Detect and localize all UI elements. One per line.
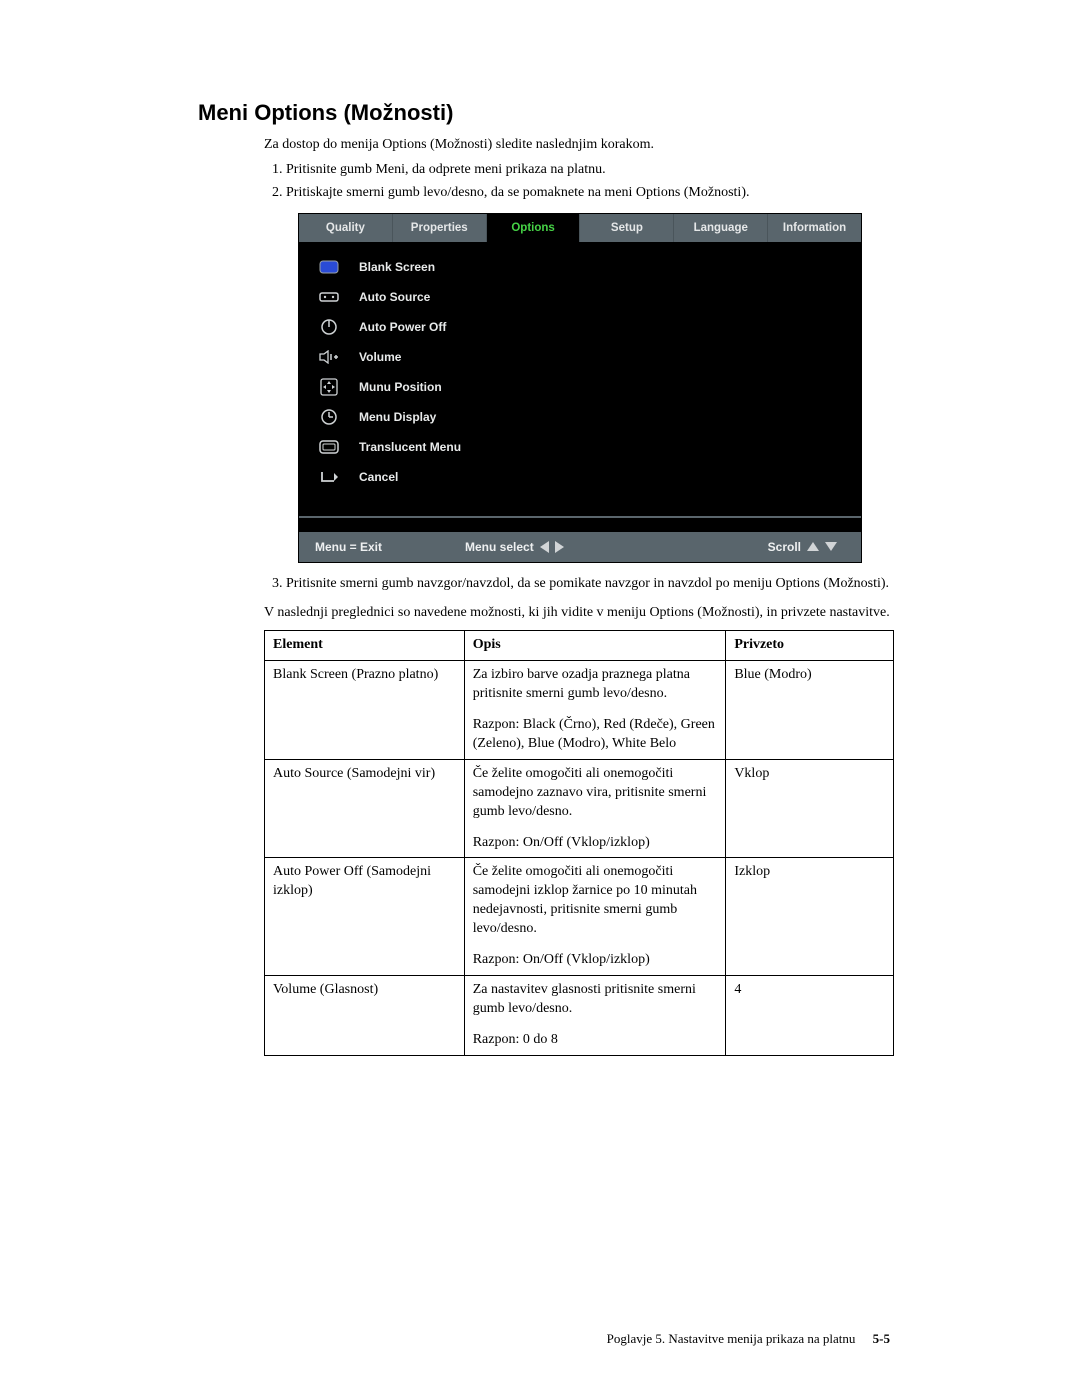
osd-tab-language[interactable]: Language [674, 214, 768, 242]
cell-opis-range: Razpon: Black (Črno), Red (Rdeče), Green… [473, 716, 718, 754]
osd-item-label: Cancel [359, 470, 398, 484]
cell-opis: Če želite omogočiti ali onemogočiti samo… [464, 759, 726, 858]
cell-opis-range: Razpon: 0 do 8 [473, 1031, 718, 1050]
osd-item-label: Blank Screen [359, 260, 435, 274]
osd-footer: Menu = Exit Menu select Scroll [299, 532, 861, 562]
intro-text: Za dostop do menija Options (Možnosti) s… [264, 136, 890, 155]
th-element: Element [265, 631, 465, 661]
osd-item-label: Munu Position [359, 380, 442, 394]
osd-tab-quality[interactable]: Quality [299, 214, 393, 242]
osd-item-label: Auto Source [359, 290, 430, 304]
translucent-menu-icon [317, 438, 341, 456]
th-privzeto: Privzeto [726, 631, 894, 661]
cell-opis: Za izbiro barve ozadja praznega platna p… [464, 661, 726, 760]
page-footer: Poglavje 5. Nastavitve menija prikaza na… [607, 1331, 890, 1347]
cell-element: Auto Power Off (Samodejni izklop) [265, 858, 465, 975]
cell-privzeto: 4 [726, 975, 894, 1055]
blank-screen-icon [317, 258, 341, 276]
menu-position-icon [317, 378, 341, 396]
steps-list-3: Pritisnite smerni gumb navzgor/navzdol, … [264, 575, 890, 594]
section-heading: Meni Options (Možnosti) [198, 100, 890, 126]
table-row: Auto Power Off (Samodejni izklop) Če žel… [265, 858, 894, 975]
osd-item-translucent-menu[interactable]: Translucent Menu [299, 432, 861, 462]
cell-opis-main: Če želite omogočiti ali onemogočiti samo… [473, 863, 718, 939]
cell-opis-main: Če želite omogočiti ali onemogočiti samo… [473, 765, 718, 822]
steps-list-12: Pritisnite gumb Meni, da odprete meni pr… [264, 161, 890, 203]
step-1: Pritisnite gumb Meni, da odprete meni pr… [286, 161, 890, 180]
osd-tabbar: Quality Properties Options Setup Languag… [299, 214, 861, 242]
cell-element: Blank Screen (Prazno platno) [265, 661, 465, 760]
osd-item-label: Auto Power Off [359, 320, 446, 334]
menu-display-icon [317, 408, 341, 426]
osd-tab-information[interactable]: Information [768, 214, 861, 242]
osd-footer-select: Menu select [465, 540, 534, 554]
cancel-icon [317, 468, 341, 486]
cell-opis: Za nastavitev glasnosti pritisnite smern… [464, 975, 726, 1055]
osd-body: Blank Screen Auto Source Auto Power Off … [299, 242, 861, 516]
cell-privzeto: Vklop [726, 759, 894, 858]
arrow-down-icon [825, 542, 837, 551]
osd-item-cancel[interactable]: Cancel [299, 462, 861, 492]
cell-privzeto: Izklop [726, 858, 894, 975]
cell-opis-range: Razpon: On/Off (Vklop/izklop) [473, 951, 718, 970]
arrow-up-icon [807, 542, 819, 551]
osd-item-label: Translucent Menu [359, 440, 461, 454]
footer-page-number: 5-5 [873, 1331, 890, 1346]
cell-element: Auto Source (Samodejni vir) [265, 759, 465, 858]
th-opis: Opis [464, 631, 726, 661]
table-row: Blank Screen (Prazno platno) Za izbiro b… [265, 661, 894, 760]
osd-gap [299, 518, 861, 532]
osd-menu: Quality Properties Options Setup Languag… [298, 213, 862, 563]
osd-item-menu-display[interactable]: Menu Display [299, 402, 861, 432]
auto-source-icon [317, 288, 341, 306]
osd-item-auto-power-off[interactable]: Auto Power Off [299, 312, 861, 342]
table-row: Volume (Glasnost) Za nastavitev glasnost… [265, 975, 894, 1055]
osd-tab-properties[interactable]: Properties [393, 214, 487, 242]
table-intro: V naslednji preglednici so navedene možn… [264, 604, 890, 623]
osd-item-volume[interactable]: Volume [299, 342, 861, 372]
osd-tab-setup[interactable]: Setup [580, 214, 674, 242]
osd-item-blank-screen[interactable]: Blank Screen [299, 252, 861, 282]
osd-footer-scroll: Scroll [768, 540, 801, 554]
auto-power-off-icon [317, 318, 341, 336]
osd-tab-options[interactable]: Options [487, 214, 581, 242]
osd-footer-exit: Menu = Exit [315, 540, 465, 554]
osd-item-auto-source[interactable]: Auto Source [299, 282, 861, 312]
cell-opis: Če želite omogočiti ali onemogočiti samo… [464, 858, 726, 975]
cell-opis-main: Za nastavitev glasnosti pritisnite smern… [473, 981, 718, 1019]
table-row: Auto Source (Samodejni vir) Če želite om… [265, 759, 894, 858]
osd-item-label: Menu Display [359, 410, 436, 424]
arrow-right-icon [555, 541, 564, 553]
cell-opis-range: Razpon: On/Off (Vklop/izklop) [473, 834, 718, 853]
step-2: Pritiskajte smerni gumb levo/desno, da s… [286, 184, 890, 203]
osd-item-menu-position[interactable]: Munu Position [299, 372, 861, 402]
step-3: Pritisnite smerni gumb navzgor/navzdol, … [286, 575, 890, 594]
cell-opis-main: Za izbiro barve ozadja praznega platna p… [473, 666, 718, 704]
arrow-left-icon [540, 541, 549, 553]
cell-element: Volume (Glasnost) [265, 975, 465, 1055]
osd-item-label: Volume [359, 350, 401, 364]
options-table: Element Opis Privzeto Blank Screen (Praz… [264, 630, 894, 1055]
volume-icon [317, 348, 341, 366]
cell-privzeto: Blue (Modro) [726, 661, 894, 760]
footer-chapter: Poglavje 5. Nastavitve menija prikaza na… [607, 1331, 856, 1346]
